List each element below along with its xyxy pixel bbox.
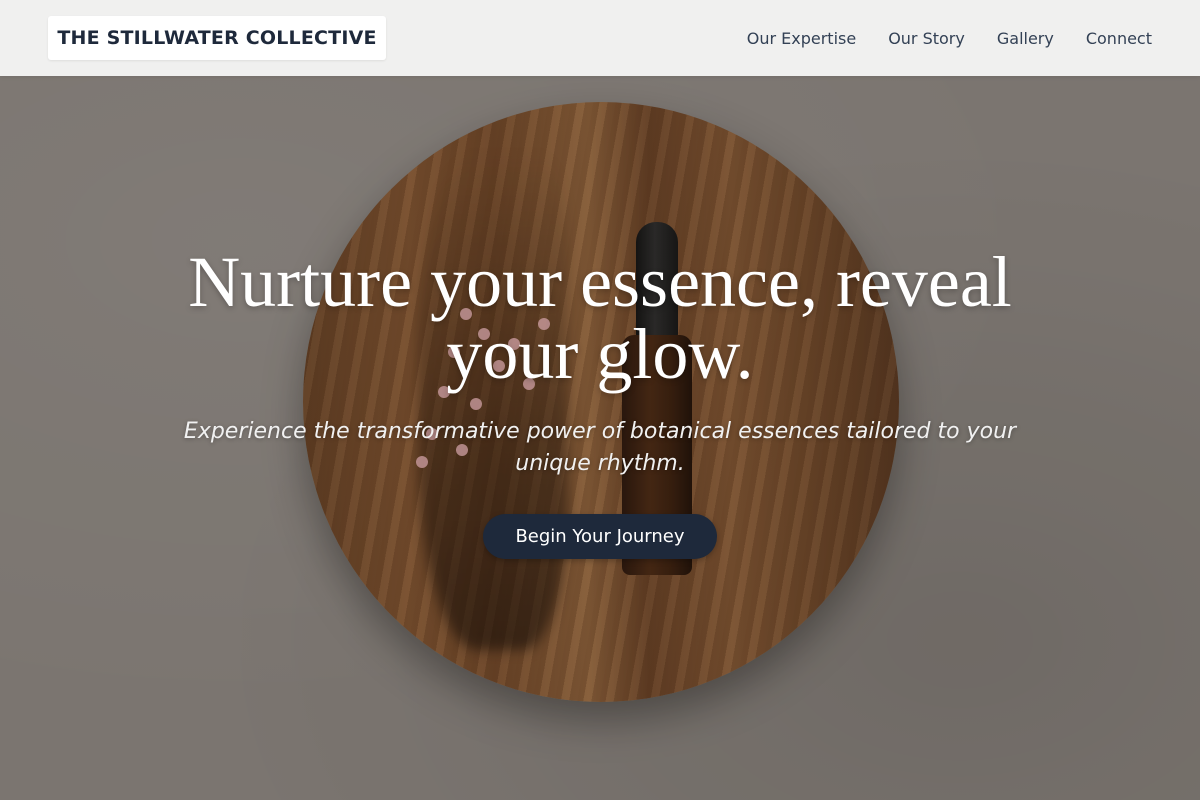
hero-content: Nurture your essence, reveal your glow. … (0, 246, 1200, 559)
nav-link-gallery[interactable]: Gallery (997, 29, 1054, 48)
nav-link-our-expertise[interactable]: Our Expertise (747, 29, 856, 48)
main-nav: Our Expertise Our Story Gallery Connect (747, 0, 1152, 76)
site-header: THE STILLWATER COLLECTIVE Our Expertise … (0, 0, 1200, 76)
hero-title: Nurture your essence, reveal your glow. (188, 242, 1012, 394)
page: THE STILLWATER COLLECTIVE Our Expertise … (0, 0, 1200, 800)
hero-subtitle: Experience the transformative power of b… (183, 419, 1017, 476)
brand-logo-link[interactable]: THE STILLWATER COLLECTIVE (48, 16, 386, 60)
nav-link-our-story[interactable]: Our Story (888, 29, 965, 48)
begin-journey-button[interactable]: Begin Your Journey (483, 514, 717, 559)
nav-link-connect[interactable]: Connect (1086, 29, 1152, 48)
